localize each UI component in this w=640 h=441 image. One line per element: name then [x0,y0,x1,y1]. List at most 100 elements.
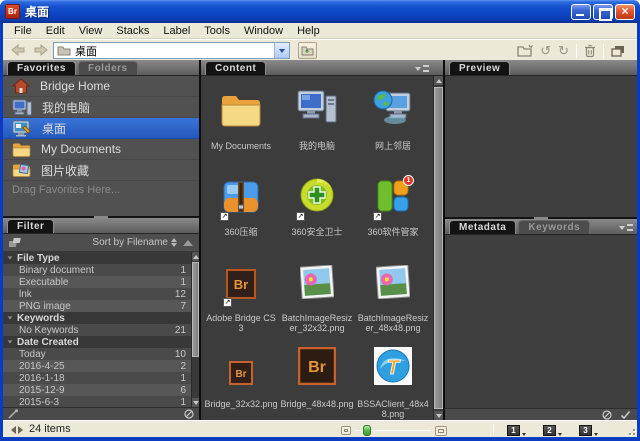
notification-badge: 1 [403,175,414,186]
filter-row[interactable]: 2015-12-96 [3,384,191,396]
title-bar[interactable]: Br 桌面 × [0,0,640,23]
trash-icon[interactable] [584,44,596,58]
filter-scrollbar[interactable] [191,252,199,407]
flatten-filter-icon[interactable] [9,237,22,248]
menu-stacks[interactable]: Stacks [109,25,156,37]
scroll-down-icon[interactable] [434,411,443,420]
filter-row[interactable]: lnk12 [3,288,191,300]
toolbar-separator [576,44,577,58]
resize-grip[interactable] [624,424,636,436]
content-item[interactable]: ↗ 360安全卫士 [279,164,355,250]
content-item[interactable]: Br Bridge_32x32.png [203,336,279,420]
rotate-right-icon[interactable]: ↻ [558,44,569,58]
filter-group-header[interactable]: Keywords [3,312,191,324]
sidebar-item-bridge-home[interactable]: Bridge Home [3,76,199,97]
scrollbar-thumb[interactable] [192,262,199,357]
sort-field-selector[interactable] [171,238,177,247]
close-button[interactable]: × [615,4,635,20]
cancel-metadata-icon[interactable] [602,410,612,420]
workspace-2-button[interactable]: 2 [543,425,556,436]
content-item[interactable]: My Documents [203,78,279,164]
scrollbar-thumb[interactable] [434,87,443,409]
address-dropdown-button[interactable] [274,43,289,58]
content-item[interactable]: ↗ 360压缩 [203,164,279,250]
up-one-level-button[interactable] [298,42,317,59]
home-icon [12,78,30,94]
new-folder-icon[interactable] [517,44,533,57]
tab-metadata[interactable]: Metadata [449,220,516,234]
menu-label[interactable]: Label [156,25,197,37]
filter-row[interactable]: PNG image7 [3,300,191,312]
compact-mode-icon[interactable] [611,45,625,57]
content-tabbar: Content [201,60,443,76]
menu-tools[interactable]: Tools [197,25,237,37]
sort-by-label[interactable]: Sort by Filename [92,237,168,248]
filter-group-header[interactable]: File Type [3,252,191,264]
address-text: 桌面 [75,43,274,59]
panel-menu-icon[interactable] [619,223,633,232]
back-icon[interactable] [11,44,26,56]
content-item[interactable]: 我的电脑 [279,78,355,164]
scroll-up-icon[interactable] [192,252,199,261]
forward-icon[interactable] [33,44,48,56]
content-item[interactable]: T BSSAClient_48x48.png [355,336,431,420]
scroll-up-icon[interactable] [434,76,443,85]
content-scrollbar[interactable] [433,76,443,420]
item-nav-arrows-icon[interactable] [11,426,23,434]
sidebar-item-my-documents[interactable]: My Documents [3,139,199,160]
address-combobox[interactable]: 桌面 [53,42,290,59]
slider-thumb[interactable] [363,425,371,436]
minimize-button[interactable] [571,4,591,20]
tab-keywords[interactable]: Keywords [518,220,590,234]
workspace-3-dropdown-icon[interactable] [594,433,598,436]
clear-filter-icon[interactable] [184,409,194,419]
content-item[interactable]: Br Bridge_48x48.png [279,336,355,420]
favorite-label: 桌面 [42,120,66,137]
content-item[interactable]: 1 ↗ 360软件管家 [355,164,431,250]
filter-row[interactable]: Today10 [3,348,191,360]
svg-text:Br: Br [308,359,326,376]
workspace-3-button[interactable]: 3 [579,425,592,436]
content-item[interactable]: BatchImageResizer_48x48.png [355,250,431,336]
larger-thumbnails-button[interactable] [435,426,447,436]
filter-row[interactable]: 2016-4-252 [3,360,191,372]
sidebar-item-pictures[interactable]: 图片收藏 [3,160,199,181]
sidebar-item-desktop[interactable]: 桌面 [3,118,199,139]
apply-metadata-check-icon[interactable] [620,410,631,420]
workspace-2-dropdown-icon[interactable] [558,433,562,436]
keep-filter-pin-icon[interactable] [8,409,19,419]
content-item[interactable]: 网上邻居 [355,78,431,164]
maximize-button[interactable] [593,4,613,20]
tab-folders[interactable]: Folders [78,61,138,75]
tab-preview[interactable]: Preview [449,61,510,75]
bridge-app-shortcut-icon: Br ↗ [226,269,256,304]
item-label: 我的电脑 [299,141,335,161]
item-label: BatchImageResizer_32x32.png [280,313,354,333]
sidebar-item-my-computer[interactable]: 我的电脑 [3,97,199,118]
menu-window[interactable]: Window [237,25,290,37]
tab-content[interactable]: Content [205,61,266,75]
rotate-left-icon[interactable]: ↺ [540,44,551,58]
filter-row[interactable]: Executable1 [3,276,191,288]
metadata-bottom-toolbar [445,408,637,420]
filter-row[interactable]: Binary document1 [3,264,191,276]
filter-group-header[interactable]: Date Created [3,336,191,348]
tab-filter[interactable]: Filter [7,219,54,233]
panel-menu-icon[interactable] [415,64,429,73]
menu-edit[interactable]: Edit [39,25,72,37]
content-item[interactable]: BatchImageResizer_32x32.png [279,250,355,336]
menu-file[interactable]: File [7,25,39,37]
filter-row[interactable]: 2016-1-181 [3,372,191,384]
menu-help[interactable]: Help [290,25,327,37]
thumbnail-size-slider[interactable] [355,430,431,431]
sort-ascending-icon[interactable] [183,240,193,246]
menu-view[interactable]: View [72,25,110,37]
content-item[interactable]: Br ↗ Adobe Bridge CS3 [203,250,279,336]
filter-row[interactable]: No Keywords21 [3,324,191,336]
desktop-icon [12,120,32,137]
workspace-1-button[interactable]: 1 [507,425,520,436]
scroll-down-icon[interactable] [192,398,199,407]
tab-favorites[interactable]: Favorites [7,61,76,75]
workspace-1-dropdown-icon[interactable] [522,433,526,436]
smaller-thumbnails-button[interactable] [341,426,351,435]
